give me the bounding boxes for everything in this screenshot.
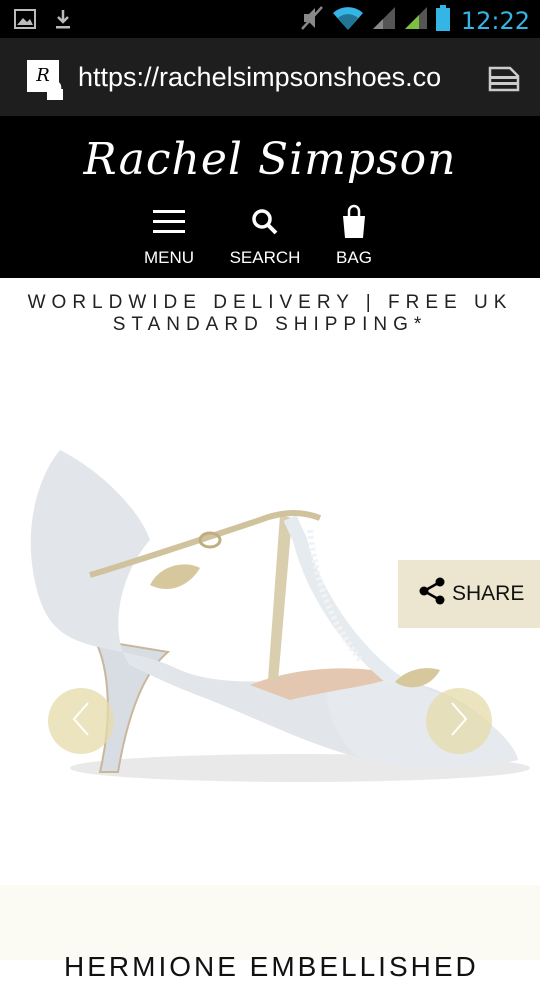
- download-icon: [54, 8, 72, 35]
- mute-icon: [299, 4, 325, 37]
- site-logo[interactable]: Rachel Simpson: [0, 134, 540, 185]
- url-bar[interactable]: R https://rachelsimpsonshoes.co: [0, 38, 540, 116]
- battery-icon: [435, 4, 451, 37]
- chevron-left-icon: [71, 701, 91, 742]
- menu-label: MENU: [143, 248, 195, 267]
- url-text[interactable]: https://rachelsimpsonshoes.co: [78, 62, 468, 93]
- bag-label: BAG: [336, 248, 372, 267]
- hamburger-icon: [153, 209, 185, 240]
- menu-button[interactable]: MENU: [124, 204, 214, 268]
- status-time: 12:22: [460, 6, 530, 35]
- promo-banner: WORLDWIDE DELIVERY | FREE UK STANDARD SH…: [27, 292, 513, 335]
- previous-image-button[interactable]: [48, 688, 114, 754]
- search-label: SEARCH: [229, 248, 301, 267]
- chevron-right-icon: [449, 701, 469, 742]
- search-button[interactable]: SEARCH: [220, 204, 310, 268]
- signal-icon: [371, 5, 397, 36]
- product-title: HERMIONE EMBELLISHED: [64, 951, 479, 982]
- status-bar: 12:22: [0, 0, 540, 38]
- wifi-icon: [331, 4, 365, 37]
- tabs-icon[interactable]: [486, 64, 522, 99]
- next-image-button[interactable]: [426, 688, 492, 754]
- share-label: SHARE: [452, 582, 525, 605]
- lock-icon: [45, 80, 65, 100]
- product-info: HERMIONE EMBELLISHED: [0, 885, 540, 982]
- share-button[interactable]: SHARE: [398, 560, 540, 628]
- signal-icon: [403, 5, 429, 36]
- search-icon: [251, 208, 279, 241]
- share-icon: [418, 577, 446, 611]
- site-header: Rachel Simpson MENU SEARCH BAG: [0, 116, 540, 278]
- image-icon: [14, 9, 36, 34]
- bag-icon: [340, 204, 368, 245]
- bag-button[interactable]: BAG: [309, 204, 399, 268]
